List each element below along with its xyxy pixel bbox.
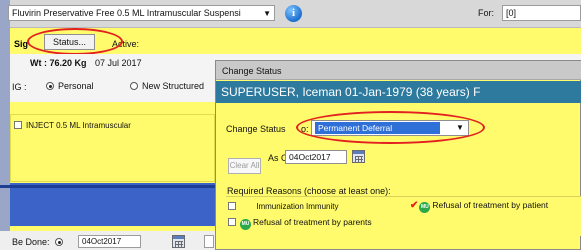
reason-refusal-by-parents[interactable]: MU Refusal of treatment by parents <box>228 217 372 230</box>
checkbox-icon[interactable] <box>228 202 236 210</box>
sig-type-label: IG : <box>12 82 27 92</box>
info-icon[interactable]: i <box>285 5 302 22</box>
medication-dropdown-value: Fluvirin Preservative Free 0.5 ML Intram… <box>12 8 241 18</box>
required-reasons-label: Required Reasons (choose at least one): <box>227 186 391 196</box>
change-status-annotation-circle <box>296 111 485 144</box>
calendar-icon[interactable] <box>352 150 365 163</box>
mu-badge-icon: MU <box>240 219 251 230</box>
left-nav-strip <box>0 0 10 250</box>
change-status-label: Change Status <box>226 124 286 134</box>
radio-selected-icon[interactable] <box>55 238 64 246</box>
field-stub[interactable] <box>204 235 214 248</box>
dialog-title: Change Status <box>222 66 282 76</box>
reason-immunization-immunity[interactable]: Immunization Immunity <box>228 202 338 211</box>
radio-new-structured[interactable]: New Structured <box>130 81 204 91</box>
as-of-date-field[interactable]: 04Oct2017 <box>285 150 347 164</box>
calendar-icon[interactable] <box>172 235 185 248</box>
chevron-down-icon[interactable]: ▼ <box>263 9 271 18</box>
patient-name: SUPERUSER, Iceman 01-Jan-1979 (38 years)… <box>221 85 481 99</box>
checkbox-icon[interactable] <box>14 121 22 129</box>
weight-line: Wt : 76.20 Kg 07 Jul 2017 <box>30 58 142 68</box>
status-annotation-circle <box>27 28 123 55</box>
divider <box>0 185 215 188</box>
for-field[interactable]: [0] <box>502 5 581 21</box>
checkbox-icon[interactable] <box>228 218 236 226</box>
be-done-label: Be Done: <box>12 237 67 247</box>
radio-selected-icon[interactable] <box>46 82 54 90</box>
weight-value: Wt : 76.20 Kg <box>30 58 87 68</box>
sig-list-item[interactable]: INJECT 0.5 ML Intramuscular <box>14 121 131 130</box>
medication-dropdown[interactable]: Fluvirin Preservative Free 0.5 ML Intram… <box>8 5 275 21</box>
radio-personal[interactable]: Personal <box>46 81 94 91</box>
checkmark-icon[interactable]: ✔ <box>410 200 418 211</box>
clear-all-button[interactable]: Clear All <box>228 158 261 174</box>
weight-date: 07 Jul 2017 <box>95 58 142 68</box>
background-panel <box>10 183 220 226</box>
for-label: For: <box>478 8 495 18</box>
be-done-date-field[interactable]: 04Oct2017 <box>78 235 141 248</box>
sig-label: Sig <box>14 39 29 49</box>
mu-badge-icon: MU <box>419 202 431 213</box>
radio-unselected-icon[interactable] <box>130 82 138 90</box>
reason-refusal-by-patient[interactable]: ✔ MU Refusal of treatment by patient <box>410 200 548 213</box>
